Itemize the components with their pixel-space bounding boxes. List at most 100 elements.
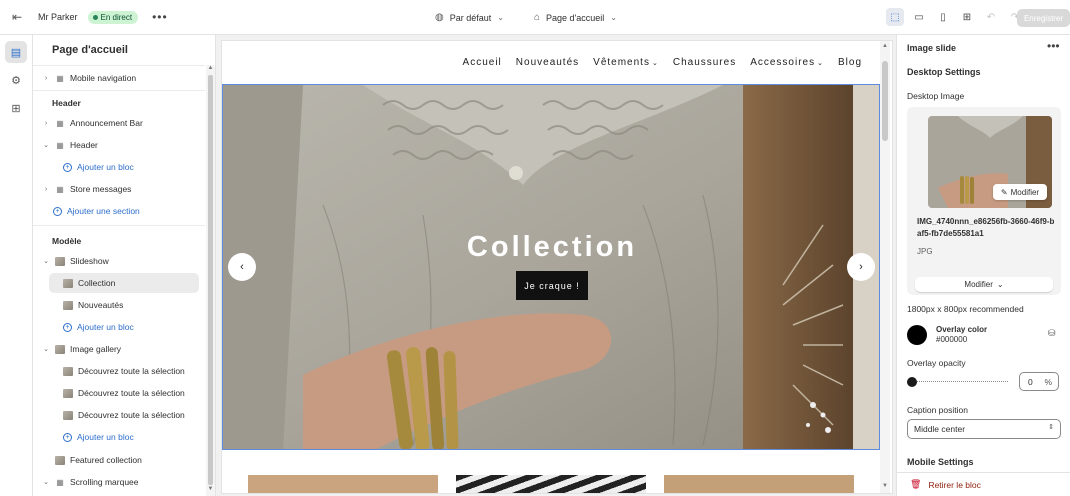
sidebar-item-gallery-1[interactable]: Découvrez toute la sélection <box>33 361 205 381</box>
plus-circle-icon: + <box>53 206 62 216</box>
overlay-opacity-slider[interactable] <box>907 377 917 387</box>
preview-scrollbar-thumb[interactable] <box>882 61 888 141</box>
theme-selector[interactable]: ◍ Par défaut ⌄ <box>435 12 504 23</box>
sidebar-item-collection[interactable]: Collection <box>49 273 199 293</box>
sidebar-item-mobile-navigation[interactable]: › ▦ Mobile navigation <box>33 68 205 88</box>
scroll-down-icon[interactable]: ▼ <box>881 483 889 489</box>
mobile-settings-heading: Mobile Settings <box>907 457 974 467</box>
sidebar-item-label: Découvrez toute la sélection <box>78 388 185 398</box>
fullscreen-icon[interactable]: ⊞ <box>958 8 976 26</box>
exit-icon[interactable]: ⇤ <box>0 10 34 24</box>
slide-prev-icon[interactable]: ‹ <box>228 253 256 281</box>
percent-suffix: % <box>1044 377 1052 387</box>
add-block-label: Ajouter un bloc <box>77 322 134 332</box>
overlay-opacity-input[interactable]: 0 % <box>1019 372 1059 391</box>
product-thumbnail[interactable] <box>248 475 438 493</box>
image-modify-overlay-button[interactable]: ✎ Modifier <box>993 184 1047 200</box>
database-icon[interactable]: ⛁ <box>1048 328 1056 339</box>
slideshow-hero[interactable]: Collection Je craque ! ‹ › <box>222 84 880 450</box>
live-dot-icon <box>92 14 98 20</box>
sidebar-item-label: Nouveautés <box>78 300 124 310</box>
apps-icon[interactable]: ⊞ <box>5 97 27 119</box>
globe-icon: ◍ <box>435 12 444 23</box>
image-type: JPG <box>917 247 933 256</box>
hero-cta-button[interactable]: Je craque ! <box>516 271 588 300</box>
scroll-up-icon[interactable]: ▲ <box>881 43 889 49</box>
group-header: Header <box>52 98 81 108</box>
sidebar-item-gallery-2[interactable]: Découvrez toute la sélection <box>33 383 205 403</box>
sidebar-scrollbar[interactable]: ▲ ▼ <box>206 65 215 496</box>
more-actions-icon[interactable]: ••• <box>152 10 168 24</box>
nav-link-label: Vêtements <box>593 57 650 68</box>
desktop-view-icon[interactable]: ▭ <box>910 8 928 26</box>
caption-position-select[interactable]: Middle center ⇕ <box>907 419 1061 439</box>
remove-block-button[interactable]: 🗑 Retirer le bloc <box>897 472 1070 496</box>
mobile-view-icon[interactable]: ▯ <box>934 8 952 26</box>
section-icon: ▦ <box>56 477 64 487</box>
section-icon: ▦ <box>56 118 64 128</box>
settings-title: Image slide <box>907 43 957 53</box>
gallery-add-block-button[interactable]: + Ajouter un bloc <box>33 427 205 447</box>
overlay-opacity-value: 0 <box>1028 376 1033 387</box>
chevron-down-icon: ⌄ <box>43 142 49 149</box>
nav-link-vetements[interactable]: Vêtements ⌄ <box>593 57 659 68</box>
save-button[interactable]: Enregistrer <box>1017 9 1070 27</box>
desktop-settings-heading: Desktop Settings <box>907 67 981 77</box>
sidebar-item-header[interactable]: ⌄ ▦ Header <box>33 135 205 155</box>
home-icon: ⌂ <box>533 12 541 23</box>
sidebar-item-label: Mobile navigation <box>70 73 137 83</box>
scroll-up-icon[interactable]: ▲ <box>207 65 214 71</box>
preview-scrollbar[interactable]: ▲ ▼ <box>880 41 890 493</box>
desktop-image-label: Desktop Image <box>907 91 965 101</box>
sidebar-scrollbar-thumb[interactable] <box>208 75 213 485</box>
nav-link-nouveautes[interactable]: Nouveautés <box>516 57 579 68</box>
sections-icon[interactable]: ▤ <box>5 41 27 63</box>
nav-link-accessoires[interactable]: Accessoires ⌄ <box>750 57 824 68</box>
slide-next-icon[interactable]: › <box>847 253 875 281</box>
trash-icon: 🗑 <box>910 479 922 489</box>
product-thumbnail[interactable] <box>664 475 854 493</box>
more-actions-icon[interactable]: ••• <box>1047 39 1060 53</box>
store-nav: Accueil Nouveautés Vêtements ⌄ Chaussures… <box>222 41 882 84</box>
sidebar-item-slideshow[interactable]: ⌄ Slideshow <box>33 251 205 271</box>
plus-circle-icon: + <box>63 432 72 442</box>
gallery-icon <box>55 344 65 354</box>
undo-icon[interactable]: ↶ <box>982 8 1000 26</box>
overlay-opacity-track[interactable] <box>912 381 1008 383</box>
sidebar-item-store-messages[interactable]: › ▦ Store messages <box>33 179 205 199</box>
divider <box>33 65 205 66</box>
chevron-down-icon: ⌄ <box>610 13 617 22</box>
add-section-button[interactable]: + Ajouter une section <box>33 201 205 221</box>
slideshow-add-block-button[interactable]: + Ajouter un bloc <box>33 317 205 337</box>
chevron-down-icon: ⌄ <box>43 479 49 486</box>
caption-position-value: Middle center <box>914 424 966 434</box>
sidebar-item-label: Slideshow <box>70 256 109 266</box>
sidebar-item-nouveautes[interactable]: Nouveautés <box>33 295 205 315</box>
section-icon: ▦ <box>56 184 64 194</box>
chevron-down-icon: ⌄ <box>817 60 824 67</box>
image-size-hint: 1800px x 800px recommended <box>907 304 1024 314</box>
nav-link-chaussures[interactable]: Chaussures <box>673 57 736 68</box>
caption-position-label: Caption position <box>907 405 968 415</box>
divider <box>33 90 205 91</box>
sidebar-item-featured-collection[interactable]: Featured collection <box>33 450 205 470</box>
nav-link-blog[interactable]: Blog <box>838 57 862 68</box>
overlay-color-swatch[interactable] <box>907 325 927 345</box>
sections-sidebar: Page d'accueil › ▦ Mobile navigation Hea… <box>33 35 216 496</box>
sidebar-item-scrolling-marquee[interactable]: ⌄ ▦ Scrolling marquee <box>33 472 205 492</box>
sidebar-item-image-gallery[interactable]: ⌄ Image gallery <box>33 339 205 359</box>
product-thumbnail[interactable] <box>456 475 646 493</box>
scroll-down-icon[interactable]: ▼ <box>207 486 214 492</box>
hero-title: Collection <box>466 231 638 263</box>
chevron-down-icon: ⌄ <box>43 346 49 353</box>
image-icon <box>63 410 73 420</box>
header-add-block-button[interactable]: + Ajouter un bloc <box>33 157 205 177</box>
page-selector[interactable]: ⌂ Page d'accueil ⌄ <box>534 12 617 23</box>
sidebar-item-announcement-bar[interactable]: › ▦ Announcement Bar <box>33 113 205 133</box>
theme-settings-icon[interactable]: ⚙ <box>5 69 27 91</box>
sidebar-item-gallery-3[interactable]: Découvrez toute la sélection <box>33 405 205 425</box>
inspector-icon[interactable]: ⬚ <box>886 8 904 26</box>
nav-link-accueil[interactable]: Accueil <box>463 57 502 68</box>
add-section-label: Ajouter une section <box>67 206 140 216</box>
image-modify-button[interactable]: Modifier ⌄ <box>915 277 1053 292</box>
